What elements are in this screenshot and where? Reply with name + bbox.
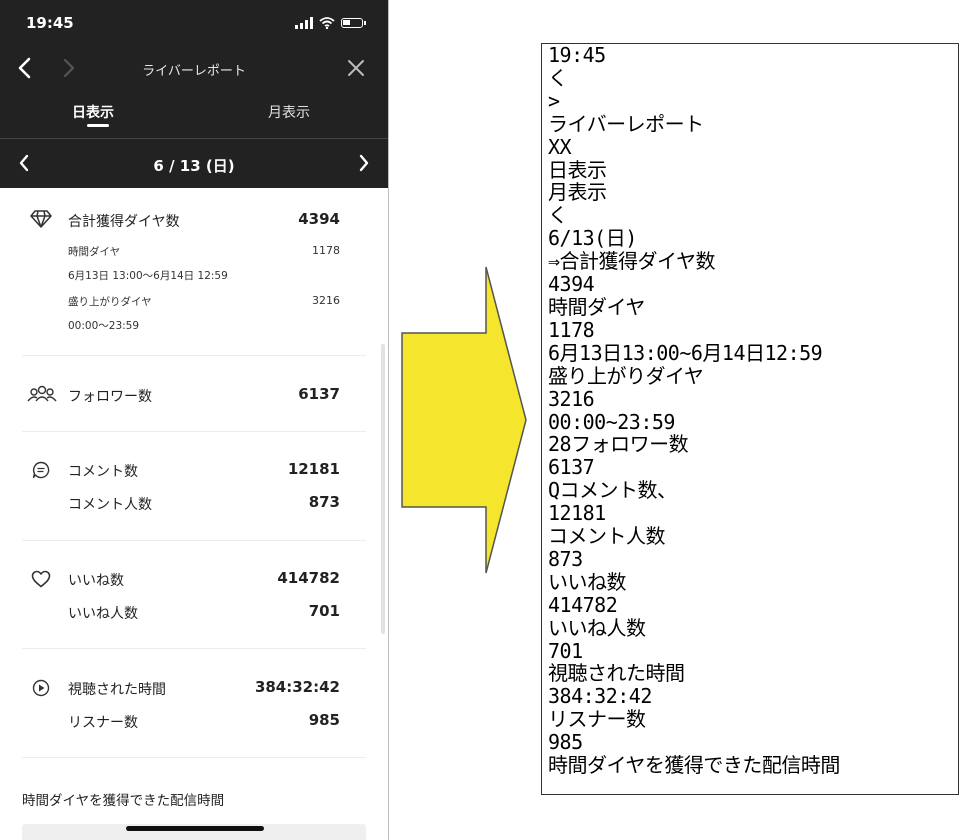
ocr-line: ⇒合計獲得ダイヤ数	[548, 249, 715, 274]
ocr-line: 4394	[548, 272, 595, 297]
diamond-icon	[30, 210, 52, 228]
like-people-value: 701	[308, 602, 340, 620]
ocr-line: ライバーレポート	[548, 111, 704, 136]
play-icon	[32, 679, 50, 697]
phone-screenshot: 19:45 ライバーレポート 日表示 月表示 6 / 13 (日) 合計獲得ダイ…	[0, 0, 389, 840]
ocr-line: 873	[548, 546, 583, 571]
heart-icon	[31, 570, 51, 588]
next-date-icon[interactable]	[356, 152, 372, 174]
listeners-value: 985	[308, 711, 340, 729]
signal-icon	[295, 17, 313, 29]
section-divider	[22, 757, 366, 758]
status-icons	[295, 15, 366, 31]
tab-divider	[0, 138, 388, 139]
section-divider	[22, 540, 366, 541]
ocr-line: コメント人数	[548, 524, 666, 549]
scrollbar[interactable]	[381, 344, 385, 634]
date-label: 6 / 13 (日)	[153, 157, 235, 175]
ocr-line: く	[548, 65, 568, 90]
like-people-label: いいね人数	[68, 606, 138, 622]
comments-label: コメント数	[68, 464, 138, 480]
ocr-line: 6137	[548, 455, 595, 480]
ocr-line: >	[548, 88, 560, 113]
ocr-line: 時間ダイヤ	[548, 294, 645, 319]
hype-diamond-value: 3216	[312, 294, 340, 307]
ocr-line: 985	[548, 730, 583, 755]
ocr-line: 00:00~23:59	[548, 409, 675, 434]
ocr-line: いいね数	[548, 569, 627, 594]
ocr-line: 28フォロワー数	[548, 432, 689, 457]
wifi-icon	[319, 17, 335, 29]
ocr-line: いいね人数	[548, 615, 646, 640]
hype-diamond-range: 00:00〜23:59	[68, 320, 140, 332]
ocr-line: 384:32:42	[548, 684, 652, 709]
battery-tip	[364, 21, 366, 25]
ocr-line: 6/13(日)	[548, 226, 637, 251]
ocr-text-box: 19:45 く > ライバーレポート XX 日表示 月表示く 6/13(日) ⇒合計獲得ダイヤ数…	[541, 43, 959, 795]
ocr-line: 414782	[548, 592, 618, 617]
ocr-line: 視聴された時間	[548, 661, 685, 686]
section-divider	[22, 355, 366, 356]
ocr-line: 日表示	[548, 157, 607, 182]
footer-section-title: 時間ダイヤを獲得できた配信時間	[22, 793, 225, 809]
ocr-line: 時間ダイヤを獲得できた配信時間	[548, 753, 840, 778]
comment-people-label: コメント人数	[68, 497, 152, 513]
followers-value: 6137	[298, 385, 340, 403]
tab-selected-indicator	[87, 124, 109, 127]
close-icon[interactable]	[346, 58, 366, 78]
nav-title: ライバーレポート	[142, 64, 246, 79]
header-area: 19:45 ライバーレポート 日表示 月表示 6 / 13 (日)	[0, 0, 388, 188]
right-arrow-shape	[401, 266, 527, 574]
comment-people-value: 873	[308, 493, 340, 511]
ocr-line: Qコメント数、	[548, 478, 677, 503]
ocr-line: 6月13日13:00~6月14日12:59	[548, 340, 823, 365]
comments-value: 12181	[287, 460, 340, 478]
section-divider	[22, 431, 366, 432]
ocr-line: 1178	[548, 317, 595, 342]
tab-day-view[interactable]: 日表示	[72, 102, 114, 122]
followers-label: フォロワー数	[68, 389, 152, 405]
ocr-line: 19:45	[548, 43, 606, 67]
time-diamond-value: 1178	[312, 244, 340, 257]
total-diamonds-label: 合計獲得ダイヤ数	[68, 214, 180, 230]
ocr-line: XX	[548, 134, 572, 159]
followers-icon	[27, 385, 57, 402]
ocr-line: リスナー数	[548, 707, 646, 732]
ocr-line: 3216	[548, 386, 595, 411]
total-diamonds-value: 4394	[298, 210, 340, 228]
home-indicator[interactable]	[126, 826, 264, 831]
watch-time-value: 384:32:42	[254, 678, 340, 696]
hype-diamond-label: 盛り上がりダイヤ	[68, 296, 152, 308]
comment-icon	[32, 461, 50, 479]
listeners-label: リスナー数	[68, 715, 138, 731]
ocr-line: 月表示	[548, 180, 607, 205]
tab-month-view[interactable]: 月表示	[268, 102, 310, 122]
time-diamond-range: 6月13日 13:00〜6月14日 12:59	[68, 270, 228, 282]
battery-icon	[341, 18, 363, 28]
ocr-line: 701	[548, 638, 583, 663]
status-time: 19:45	[26, 14, 74, 32]
watch-time-label: 視聴された時間	[68, 682, 166, 698]
likes-value: 414782	[277, 569, 340, 587]
ocr-line: 盛り上がりダイヤ	[548, 363, 704, 388]
ocr-line: く	[548, 203, 568, 228]
likes-label: いいね数	[68, 573, 124, 589]
section-divider	[22, 648, 366, 649]
ocr-line: 12181	[548, 501, 606, 526]
time-diamond-label: 時間ダイヤ	[68, 246, 121, 258]
